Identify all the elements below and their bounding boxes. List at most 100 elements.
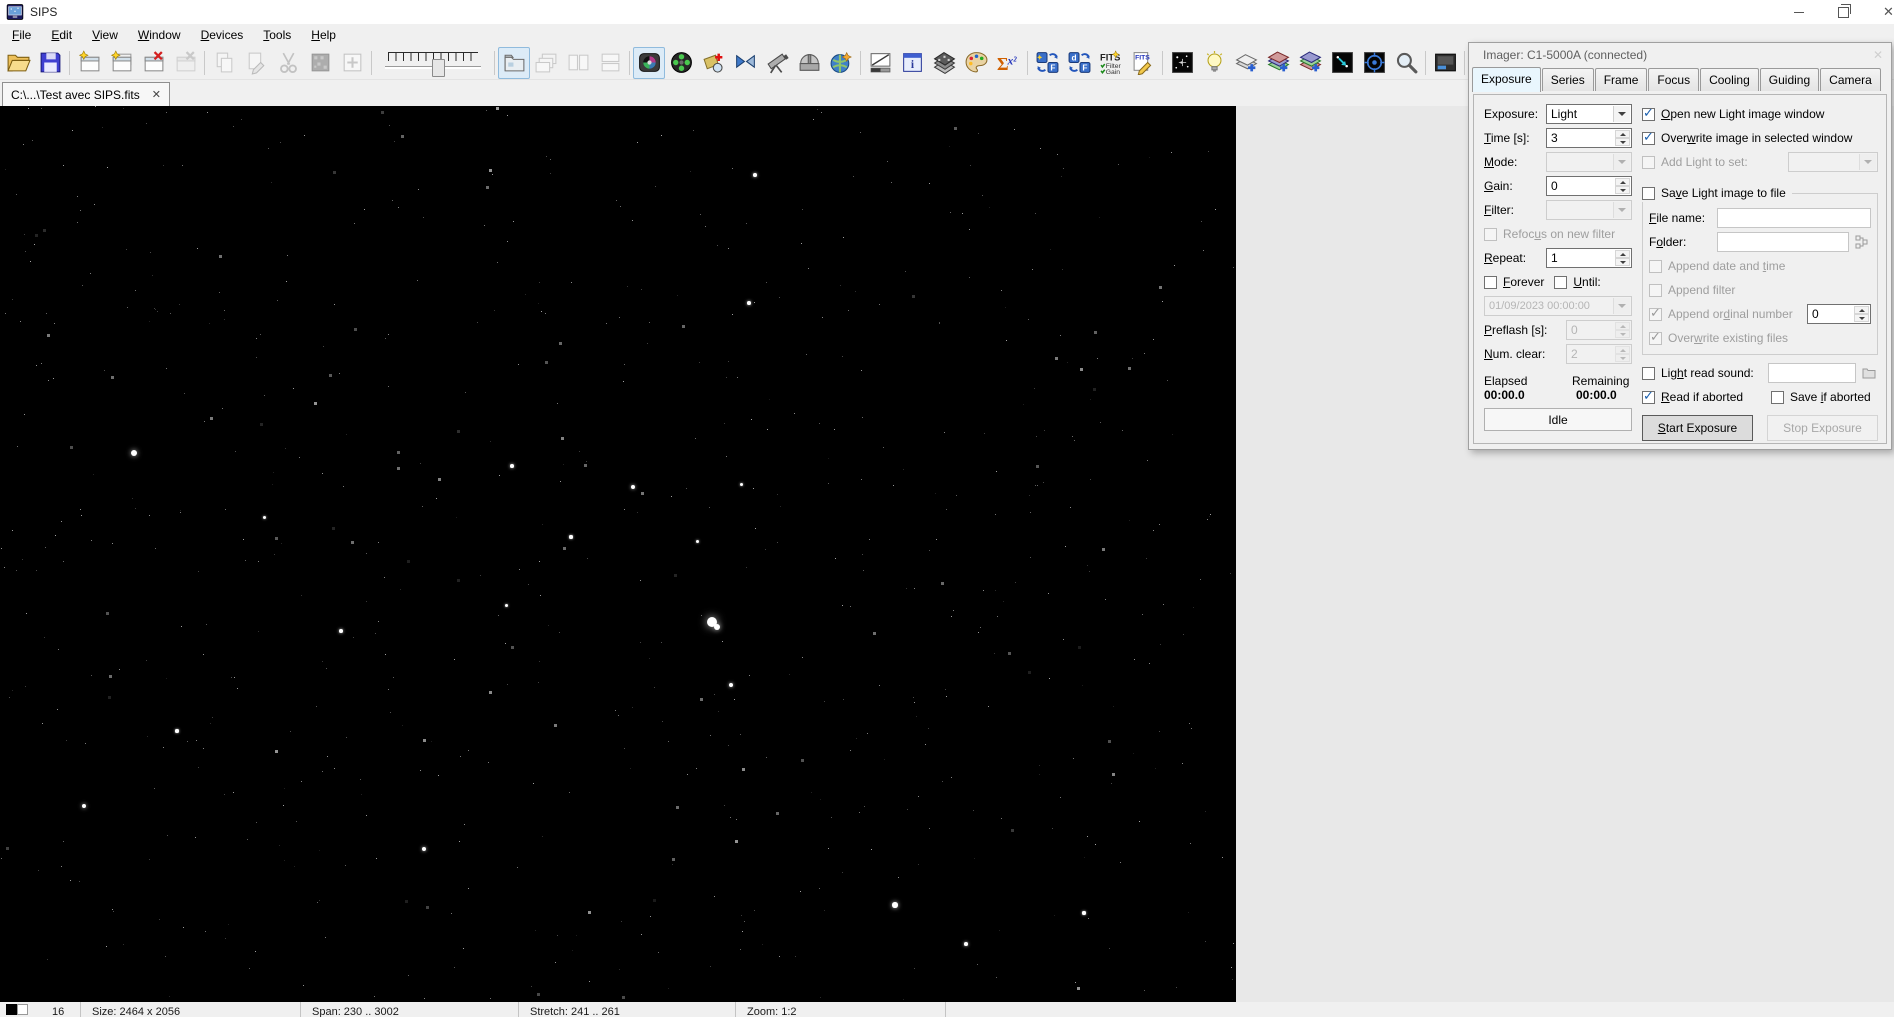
fits-check-icon: FITSFilterGain [1100, 50, 1121, 75]
append-ordinal-spinner[interactable]: 0 [1807, 304, 1871, 324]
align-images-button[interactable] [1326, 47, 1358, 79]
sound-browse-button[interactable] [1860, 364, 1878, 382]
batch-convert-button[interactable]: dF [1063, 47, 1095, 79]
tab-frame[interactable]: Frame [1594, 68, 1648, 91]
spin-down-icon[interactable] [1615, 258, 1630, 266]
star-map-button[interactable] [1166, 47, 1198, 79]
new-image-windows-button[interactable] [105, 47, 137, 79]
new-image-window-button[interactable] [73, 47, 105, 79]
restore-button[interactable] [1821, 0, 1866, 24]
statistics-button[interactable]: Σx² [992, 47, 1024, 79]
remaining-label: Remaining [1572, 374, 1630, 388]
close-button[interactable]: ✕ [1866, 0, 1894, 24]
append-ordinal-checkbox [1649, 306, 1662, 321]
start-exposure-button[interactable]: Start Exposure [1642, 415, 1753, 441]
color-tools-button[interactable] [960, 47, 992, 79]
folder-browse-button[interactable] [1853, 233, 1871, 251]
gain-value: 0 [1551, 179, 1558, 193]
svg-text:F: F [1050, 62, 1055, 72]
menu-help[interactable]: Help [301, 24, 346, 46]
read-if-aborted-checkbox[interactable] [1642, 389, 1655, 404]
minimize-button[interactable] [1776, 0, 1821, 24]
spin-up-icon[interactable] [1854, 306, 1869, 314]
zoom-slider-handle[interactable] [432, 58, 445, 77]
spin-down-icon[interactable] [1615, 138, 1630, 146]
titlebar: SIPS ✕ [0, 0, 1894, 24]
bright-star [421, 846, 427, 852]
menu-devices[interactable]: Devices [191, 24, 254, 46]
spin-up-icon[interactable] [1615, 250, 1630, 258]
menu-tools[interactable]: Tools [253, 24, 301, 46]
stack-images-button[interactable] [1230, 47, 1262, 79]
append-datetime-checkbox [1649, 259, 1662, 273]
tab-close-icon[interactable]: ✕ [152, 88, 161, 101]
status-separator [945, 1002, 946, 1017]
menu-file[interactable]: File [2, 24, 41, 46]
batch-convert-flat-button[interactable]: F [1031, 47, 1063, 79]
forever-checkbox[interactable] [1484, 275, 1497, 289]
read-sound-row: Light read sound: [1642, 361, 1878, 385]
elapsed-remaining: Elapsed 00:00.0 Remaining 00:00.0 [1484, 374, 1632, 402]
tab-guiding[interactable]: Guiding [1759, 68, 1820, 91]
open-new-checkbox[interactable] [1642, 106, 1655, 121]
spin-up-icon[interactable] [1615, 130, 1630, 138]
tab-exposure[interactable]: Exposure [1472, 67, 1541, 92]
stack-color-button[interactable] [1262, 47, 1294, 79]
file-name-input[interactable] [1717, 208, 1871, 228]
image-window-toggle-button[interactable] [1429, 47, 1461, 79]
toolbar-separator [860, 50, 861, 75]
image-viewer[interactable] [0, 106, 1236, 1002]
save-if-aborted-checkbox[interactable] [1771, 390, 1784, 404]
plate-solve-button[interactable] [1390, 47, 1422, 79]
save-image-button[interactable] [34, 47, 66, 79]
tile-horizontal-button [594, 47, 626, 79]
combine-color-button[interactable] [1294, 47, 1326, 79]
spin-down-icon[interactable] [1854, 314, 1869, 322]
combo-arrow-icon[interactable] [1613, 106, 1630, 122]
repeat-spinner[interactable]: 1 [1546, 248, 1632, 268]
zoom-slider[interactable] [385, 49, 481, 77]
star-map-icon [1171, 52, 1193, 73]
planetarium-button[interactable] [825, 47, 857, 79]
folder-input[interactable] [1717, 232, 1849, 252]
flat-wizard-button[interactable] [1198, 47, 1230, 79]
open-image-button[interactable] [2, 47, 34, 79]
read-sound-input[interactable] [1768, 363, 1856, 383]
overwrite-window-checkbox[interactable] [1642, 130, 1655, 145]
dome-control-button[interactable] [793, 47, 825, 79]
save-to-file-checkbox[interactable] [1642, 186, 1655, 200]
filter-wheel-button[interactable] [665, 47, 697, 79]
focuser-icon [702, 53, 723, 73]
fits-header-button[interactable]: i [896, 47, 928, 79]
spin-down-icon[interactable] [1615, 186, 1630, 194]
exposure-status-value: Idle [1548, 412, 1568, 427]
tab-cooling[interactable]: Cooling [1700, 68, 1759, 91]
menu-view[interactable]: View [82, 24, 128, 46]
tab-series[interactable]: Series [1541, 68, 1594, 91]
fits-editor-button[interactable]: FITS [1127, 47, 1159, 79]
spin-up-icon[interactable] [1615, 178, 1630, 186]
tab-focus[interactable]: Focus [1648, 68, 1700, 91]
stop-exposure-button: Stop Exposure [1767, 415, 1878, 441]
fits-filter-gain-button[interactable]: FITS Filter Gain [1095, 47, 1127, 79]
tab-camera[interactable]: Camera [1820, 68, 1881, 91]
image-set-button[interactable] [928, 47, 960, 79]
imager-close-icon[interactable]: ✕ [1873, 43, 1883, 68]
menu-edit[interactable]: Edit [41, 24, 82, 46]
camera-control-button[interactable] [633, 46, 665, 79]
image-tab[interactable]: C:\...\Test avec SIPS.fits ✕ [2, 82, 170, 106]
histogram-stretch-button[interactable] [864, 47, 896, 79]
time-spinner[interactable]: 3 [1546, 128, 1632, 148]
flip-mirror-button[interactable] [729, 47, 761, 79]
menu-window[interactable]: Window [128, 24, 191, 46]
focuser-button[interactable] [697, 47, 729, 79]
gain-spinner[interactable]: 0 [1546, 176, 1632, 196]
close-image-window-button[interactable] [137, 47, 169, 79]
read-sound-checkbox[interactable] [1642, 366, 1655, 380]
exposure-type-combo[interactable]: Light [1546, 104, 1632, 124]
guiding-target-button[interactable] [1358, 47, 1390, 79]
image-thumbnails-button[interactable] [498, 46, 530, 79]
stack-rgb-icon [1266, 51, 1290, 72]
telescope-mount-button[interactable] [761, 47, 793, 79]
until-checkbox[interactable] [1554, 275, 1568, 289]
